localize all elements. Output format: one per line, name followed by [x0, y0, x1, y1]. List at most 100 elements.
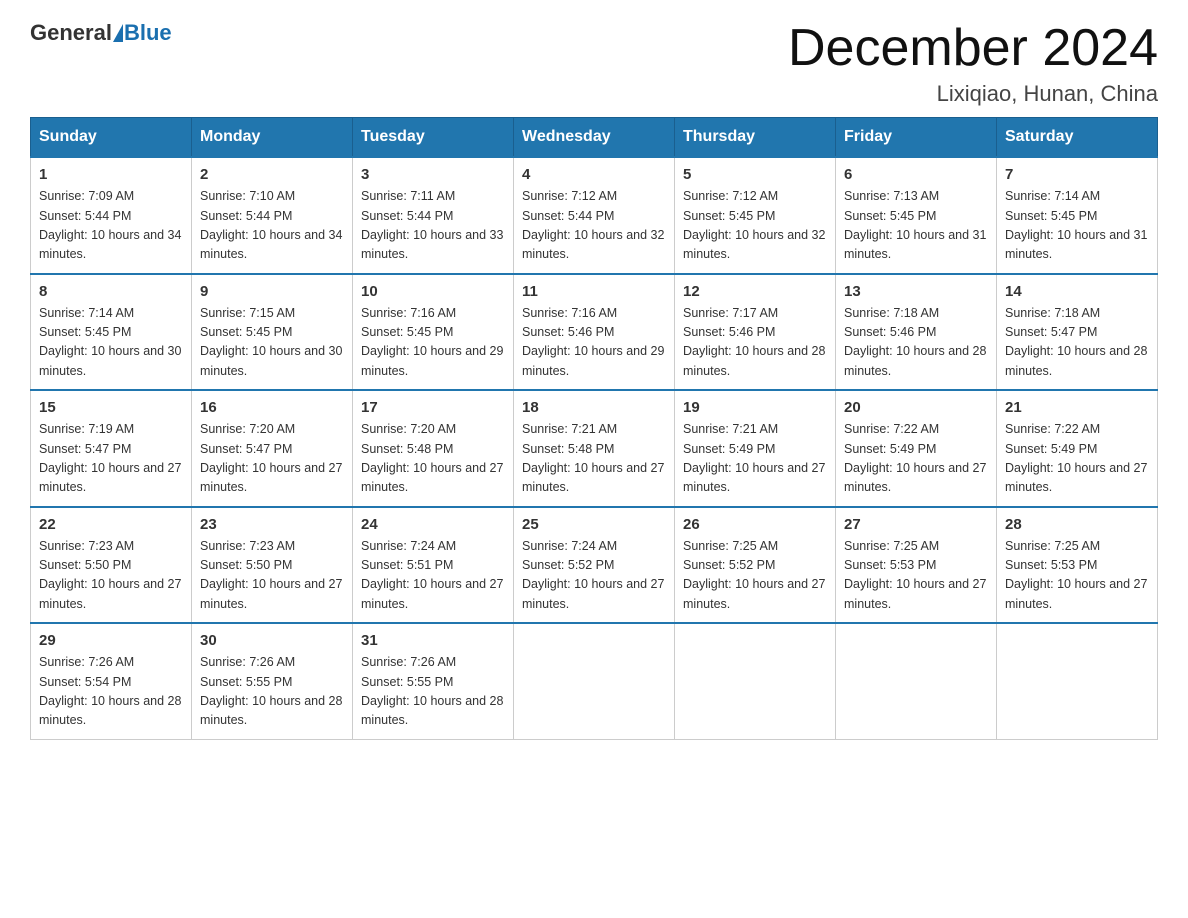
calendar-cell: 18 Sunrise: 7:21 AMSunset: 5:48 PMDaylig… — [514, 390, 675, 507]
calendar-table: SundayMondayTuesdayWednesdayThursdayFrid… — [30, 117, 1158, 740]
day-number: 28 — [1005, 516, 1149, 533]
day-number: 7 — [1005, 166, 1149, 183]
calendar-cell: 31 Sunrise: 7:26 AMSunset: 5:55 PMDaylig… — [353, 623, 514, 739]
calendar-cell: 6 Sunrise: 7:13 AMSunset: 5:45 PMDayligh… — [836, 157, 997, 274]
day-info: Sunrise: 7:22 AMSunset: 5:49 PMDaylight:… — [844, 420, 988, 498]
day-info: Sunrise: 7:20 AMSunset: 5:48 PMDaylight:… — [361, 420, 505, 498]
logo: General Blue — [30, 20, 172, 46]
day-number: 17 — [361, 399, 505, 416]
calendar-cell: 5 Sunrise: 7:12 AMSunset: 5:45 PMDayligh… — [675, 157, 836, 274]
logo-triangle-icon — [113, 24, 123, 42]
calendar-cell: 11 Sunrise: 7:16 AMSunset: 5:46 PMDaylig… — [514, 274, 675, 391]
header-wednesday: Wednesday — [514, 118, 675, 158]
day-number: 20 — [844, 399, 988, 416]
day-number: 21 — [1005, 399, 1149, 416]
calendar-cell: 4 Sunrise: 7:12 AMSunset: 5:44 PMDayligh… — [514, 157, 675, 274]
day-info: Sunrise: 7:14 AMSunset: 5:45 PMDaylight:… — [1005, 187, 1149, 265]
calendar-cell: 13 Sunrise: 7:18 AMSunset: 5:46 PMDaylig… — [836, 274, 997, 391]
day-number: 8 — [39, 283, 183, 300]
calendar-cell — [675, 623, 836, 739]
day-number: 13 — [844, 283, 988, 300]
day-info: Sunrise: 7:09 AMSunset: 5:44 PMDaylight:… — [39, 187, 183, 265]
day-info: Sunrise: 7:23 AMSunset: 5:50 PMDaylight:… — [39, 537, 183, 615]
day-number: 25 — [522, 516, 666, 533]
month-title: December 2024 — [788, 20, 1158, 77]
calendar-cell: 19 Sunrise: 7:21 AMSunset: 5:49 PMDaylig… — [675, 390, 836, 507]
day-number: 27 — [844, 516, 988, 533]
day-info: Sunrise: 7:23 AMSunset: 5:50 PMDaylight:… — [200, 537, 344, 615]
day-info: Sunrise: 7:18 AMSunset: 5:47 PMDaylight:… — [1005, 304, 1149, 382]
day-number: 2 — [200, 166, 344, 183]
day-number: 24 — [361, 516, 505, 533]
calendar-cell: 27 Sunrise: 7:25 AMSunset: 5:53 PMDaylig… — [836, 507, 997, 624]
day-number: 6 — [844, 166, 988, 183]
calendar-cell: 22 Sunrise: 7:23 AMSunset: 5:50 PMDaylig… — [31, 507, 192, 624]
calendar-cell: 12 Sunrise: 7:17 AMSunset: 5:46 PMDaylig… — [675, 274, 836, 391]
day-number: 16 — [200, 399, 344, 416]
day-info: Sunrise: 7:18 AMSunset: 5:46 PMDaylight:… — [844, 304, 988, 382]
day-number: 14 — [1005, 283, 1149, 300]
day-info: Sunrise: 7:25 AMSunset: 5:53 PMDaylight:… — [1005, 537, 1149, 615]
header-monday: Monday — [192, 118, 353, 158]
day-info: Sunrise: 7:24 AMSunset: 5:51 PMDaylight:… — [361, 537, 505, 615]
day-info: Sunrise: 7:16 AMSunset: 5:45 PMDaylight:… — [361, 304, 505, 382]
logo-blue-text: Blue — [124, 20, 172, 46]
day-number: 22 — [39, 516, 183, 533]
day-number: 10 — [361, 283, 505, 300]
calendar-cell — [997, 623, 1158, 739]
calendar-cell: 7 Sunrise: 7:14 AMSunset: 5:45 PMDayligh… — [997, 157, 1158, 274]
header-sunday: Sunday — [31, 118, 192, 158]
header-tuesday: Tuesday — [353, 118, 514, 158]
calendar-cell: 29 Sunrise: 7:26 AMSunset: 5:54 PMDaylig… — [31, 623, 192, 739]
page-header: General Blue December 2024 Lixiqiao, Hun… — [30, 20, 1158, 107]
calendar-cell — [836, 623, 997, 739]
day-info: Sunrise: 7:11 AMSunset: 5:44 PMDaylight:… — [361, 187, 505, 265]
day-number: 15 — [39, 399, 183, 416]
header-friday: Friday — [836, 118, 997, 158]
day-info: Sunrise: 7:24 AMSunset: 5:52 PMDaylight:… — [522, 537, 666, 615]
day-number: 19 — [683, 399, 827, 416]
logo-general-text: General — [30, 20, 112, 46]
day-info: Sunrise: 7:15 AMSunset: 5:45 PMDaylight:… — [200, 304, 344, 382]
day-info: Sunrise: 7:21 AMSunset: 5:48 PMDaylight:… — [522, 420, 666, 498]
calendar-cell: 3 Sunrise: 7:11 AMSunset: 5:44 PMDayligh… — [353, 157, 514, 274]
calendar-cell: 2 Sunrise: 7:10 AMSunset: 5:44 PMDayligh… — [192, 157, 353, 274]
calendar-cell: 24 Sunrise: 7:24 AMSunset: 5:51 PMDaylig… — [353, 507, 514, 624]
day-info: Sunrise: 7:12 AMSunset: 5:45 PMDaylight:… — [683, 187, 827, 265]
day-info: Sunrise: 7:17 AMSunset: 5:46 PMDaylight:… — [683, 304, 827, 382]
week-row-1: 1 Sunrise: 7:09 AMSunset: 5:44 PMDayligh… — [31, 157, 1158, 274]
calendar-cell: 16 Sunrise: 7:20 AMSunset: 5:47 PMDaylig… — [192, 390, 353, 507]
day-number: 31 — [361, 632, 505, 649]
calendar-cell: 23 Sunrise: 7:23 AMSunset: 5:50 PMDaylig… — [192, 507, 353, 624]
calendar-cell: 17 Sunrise: 7:20 AMSunset: 5:48 PMDaylig… — [353, 390, 514, 507]
calendar-cell: 30 Sunrise: 7:26 AMSunset: 5:55 PMDaylig… — [192, 623, 353, 739]
header-thursday: Thursday — [675, 118, 836, 158]
location-subtitle: Lixiqiao, Hunan, China — [788, 81, 1158, 107]
week-row-5: 29 Sunrise: 7:26 AMSunset: 5:54 PMDaylig… — [31, 623, 1158, 739]
day-number: 9 — [200, 283, 344, 300]
day-number: 30 — [200, 632, 344, 649]
day-number: 12 — [683, 283, 827, 300]
calendar-cell — [514, 623, 675, 739]
calendar-cell: 15 Sunrise: 7:19 AMSunset: 5:47 PMDaylig… — [31, 390, 192, 507]
day-number: 29 — [39, 632, 183, 649]
day-number: 1 — [39, 166, 183, 183]
day-number: 5 — [683, 166, 827, 183]
calendar-cell: 8 Sunrise: 7:14 AMSunset: 5:45 PMDayligh… — [31, 274, 192, 391]
day-info: Sunrise: 7:25 AMSunset: 5:53 PMDaylight:… — [844, 537, 988, 615]
calendar-cell: 28 Sunrise: 7:25 AMSunset: 5:53 PMDaylig… — [997, 507, 1158, 624]
day-info: Sunrise: 7:21 AMSunset: 5:49 PMDaylight:… — [683, 420, 827, 498]
day-info: Sunrise: 7:16 AMSunset: 5:46 PMDaylight:… — [522, 304, 666, 382]
title-section: December 2024 Lixiqiao, Hunan, China — [788, 20, 1158, 107]
day-number: 26 — [683, 516, 827, 533]
day-info: Sunrise: 7:26 AMSunset: 5:54 PMDaylight:… — [39, 653, 183, 731]
day-info: Sunrise: 7:19 AMSunset: 5:47 PMDaylight:… — [39, 420, 183, 498]
calendar-header-row: SundayMondayTuesdayWednesdayThursdayFrid… — [31, 118, 1158, 158]
calendar-cell: 9 Sunrise: 7:15 AMSunset: 5:45 PMDayligh… — [192, 274, 353, 391]
week-row-4: 22 Sunrise: 7:23 AMSunset: 5:50 PMDaylig… — [31, 507, 1158, 624]
day-info: Sunrise: 7:26 AMSunset: 5:55 PMDaylight:… — [200, 653, 344, 731]
calendar-cell: 1 Sunrise: 7:09 AMSunset: 5:44 PMDayligh… — [31, 157, 192, 274]
day-info: Sunrise: 7:14 AMSunset: 5:45 PMDaylight:… — [39, 304, 183, 382]
header-saturday: Saturday — [997, 118, 1158, 158]
day-info: Sunrise: 7:26 AMSunset: 5:55 PMDaylight:… — [361, 653, 505, 731]
